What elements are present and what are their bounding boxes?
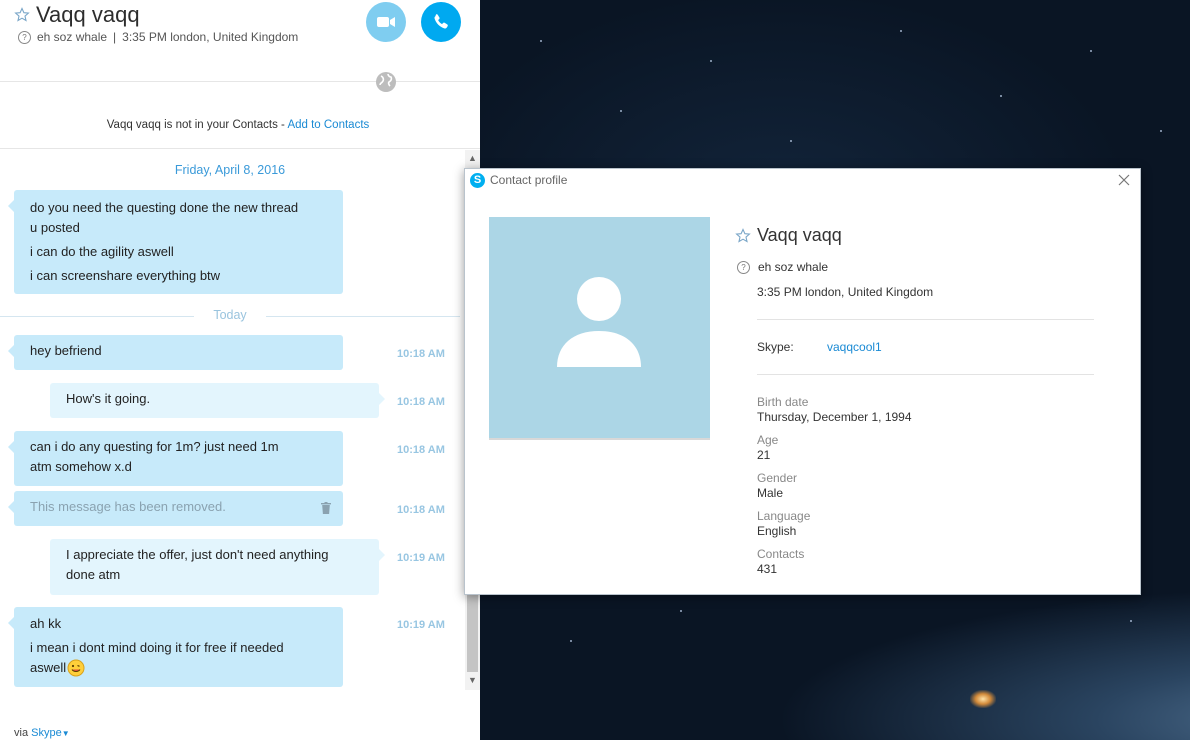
message-line: do you need the questing done the new th… xyxy=(30,200,299,215)
profile-divider xyxy=(757,374,1094,375)
date-separator: Friday, April 8, 2016 xyxy=(174,163,286,177)
skype-service-link[interactable]: Skype xyxy=(31,727,62,739)
skype-logo-icon: S xyxy=(470,173,485,188)
profile-name-text: Vaqq vaqq xyxy=(757,225,842,245)
message-time: 10:19 AM xyxy=(397,552,445,564)
message-bubble-earlier[interactable]: do you need the questing done the new th… xyxy=(8,190,343,294)
profile-mood-text: eh soz whale xyxy=(758,260,829,274)
message-time: 10:18 AM xyxy=(397,396,445,408)
message-line-text: aswell xyxy=(30,660,67,675)
help-icon: ? xyxy=(737,260,750,274)
globe-icon[interactable] xyxy=(374,70,398,94)
profile-divider xyxy=(757,319,1094,320)
language-value: English xyxy=(757,524,797,538)
contact-mood: eh soz whale xyxy=(37,30,108,44)
birth-date-value: Thursday, December 1, 1994 xyxy=(757,410,912,424)
message-text: How's it going. xyxy=(66,391,151,406)
message-line: can i do any questing for 1m? just need … xyxy=(30,439,279,454)
removed-message-bubble[interactable]: This message has been removed. xyxy=(8,491,343,526)
message-time: 10:19 AM xyxy=(397,619,445,631)
message-line: i can do the agility aswell xyxy=(30,244,174,259)
message-bubble[interactable]: I appreciate the offer, just don't need … xyxy=(50,539,385,595)
chat-header-title: Vaqq vaqq xyxy=(14,2,140,28)
message-line: u posted xyxy=(30,220,80,235)
add-to-contacts-link[interactable]: Add to Contacts xyxy=(287,119,369,131)
notice-text: Vaqq vaqq is not in your Contacts - xyxy=(106,119,288,131)
close-icon[interactable] xyxy=(1116,172,1132,188)
video-call-button[interactable] xyxy=(366,2,406,42)
message-line: done atm xyxy=(66,567,121,582)
message-bubble[interactable]: ah kk i mean i dont mind doing it for fr… xyxy=(8,607,343,687)
age-value: 21 xyxy=(757,448,771,462)
profile-mood: ? eh soz whale xyxy=(737,260,828,274)
message-time: 10:18 AM xyxy=(397,504,445,516)
age-label: Age xyxy=(757,433,779,447)
scrollbar-thumb[interactable] xyxy=(467,590,478,672)
audio-call-button[interactable] xyxy=(421,2,461,42)
star-icon[interactable] xyxy=(735,227,751,244)
message-bubble[interactable]: can i do any questing for 1m? just need … xyxy=(8,431,343,486)
notice-divider xyxy=(0,148,480,149)
message-line: i mean i dont mind doing it for free if … xyxy=(30,640,284,655)
via-text: via xyxy=(14,727,32,739)
today-separator: Today xyxy=(0,308,460,324)
contacts-label: Contacts xyxy=(757,547,805,561)
message-text: hey befriend xyxy=(30,343,102,358)
scroll-up-arrow[interactable]: ▲ xyxy=(465,151,480,165)
star-icon[interactable] xyxy=(14,7,30,23)
user-silhouette-icon xyxy=(557,277,641,367)
separator: | xyxy=(113,30,117,44)
skype-id-value[interactable]: vaqqcool1 xyxy=(827,340,882,354)
message-bubble[interactable]: How's it going. xyxy=(50,383,385,418)
message-time: 10:18 AM xyxy=(397,348,445,360)
chat-window: Vaqq vaqq ? eh soz whale | 3:35 PM londo… xyxy=(0,0,480,740)
avatar xyxy=(489,217,710,440)
phone-icon xyxy=(434,14,448,29)
emoticon-icon xyxy=(67,659,85,677)
contacts-value: 431 xyxy=(757,562,778,576)
not-in-contacts-notice: Vaqq vaqq is not in your Contacts - Add … xyxy=(0,119,476,131)
message-line: ah kk xyxy=(30,616,62,631)
header-divider xyxy=(0,81,480,82)
message-line: i can screenshare everything btw xyxy=(30,268,221,283)
contact-name[interactable]: Vaqq vaqq xyxy=(36,2,140,28)
profile-name: Vaqq vaqq xyxy=(735,225,842,246)
skype-id-label: Skype: xyxy=(757,340,794,354)
language-label: Language xyxy=(757,509,811,523)
help-icon: ? xyxy=(18,30,31,44)
message-bubble[interactable]: hey befriend xyxy=(8,335,343,370)
message-line: aswell xyxy=(30,658,327,678)
via-skype: via Skype▼ xyxy=(14,727,70,739)
dialog-titlebar[interactable]: S Contact profile xyxy=(465,169,1140,193)
contact-status-line: ? eh soz whale | 3:35 PM london, United … xyxy=(18,30,298,44)
contact-local-time: 3:35 PM london, United Kingdom xyxy=(122,30,299,44)
chevron-down-icon[interactable]: ▼ xyxy=(62,729,70,738)
profile-local-time: 3:35 PM london, United Kingdom xyxy=(757,285,934,299)
contact-profile-dialog: S Contact profile Vaqq vaqq ? eh soz wha… xyxy=(464,168,1141,595)
message-time: 10:18 AM xyxy=(397,444,445,456)
message-line: atm somehow x.d xyxy=(30,459,132,474)
today-label: Today xyxy=(213,308,247,322)
gender-value: Male xyxy=(757,486,784,500)
scroll-down-arrow[interactable]: ▼ xyxy=(465,673,480,687)
gender-label: Gender xyxy=(757,471,798,485)
video-call-icon xyxy=(377,17,395,27)
message-line: I appreciate the offer, just don't need … xyxy=(66,547,329,562)
dialog-title: Contact profile xyxy=(490,173,568,187)
birth-date-label: Birth date xyxy=(757,395,809,409)
removed-message-text: This message has been removed. xyxy=(30,499,226,514)
message-list[interactable]: Friday, April 8, 2016 do you need the qu… xyxy=(0,150,464,690)
trash-icon[interactable] xyxy=(321,502,331,514)
